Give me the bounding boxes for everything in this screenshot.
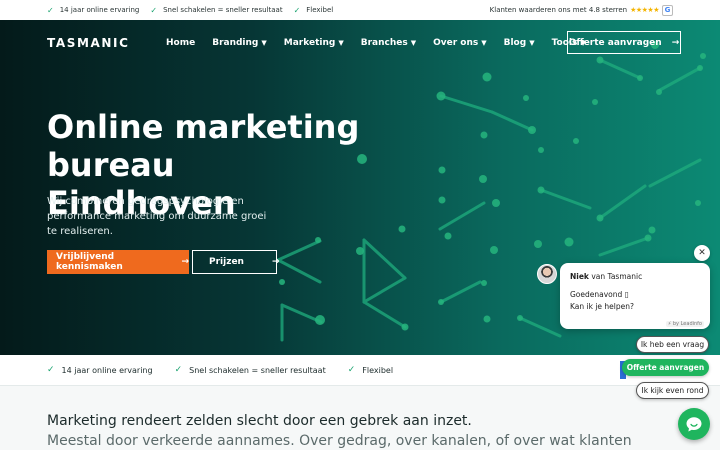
button-label: Prijzen	[209, 257, 244, 267]
check-icon: ✓	[174, 365, 183, 375]
chat-bubble-icon	[686, 417, 702, 432]
arrow-right-icon: →	[671, 37, 680, 48]
prijzen-button[interactable]: Prijzen →	[192, 250, 280, 274]
usp-item: ✓ 14 jaar online ervaring	[47, 365, 153, 375]
chat-sender: Niek van Tasmanic	[570, 272, 700, 281]
topbar-usp-label: 14 jaar online ervaring	[59, 6, 140, 14]
button-label: Vrijblijvend kennismaken	[56, 252, 123, 272]
topbar-usp-label: Snel schakelen = sneller resultaat	[163, 6, 283, 14]
chevron-down-icon: ▼	[338, 39, 344, 47]
usp-item: ✓ Flexibel	[348, 365, 393, 375]
nav-item-home[interactable]: Home	[166, 38, 195, 48]
check-icon: ✓	[47, 5, 54, 15]
chat-message-card[interactable]: Niek van Tasmanic Goedenavond ▯ Kan ik j…	[560, 263, 710, 329]
kennismaken-button[interactable]: Vrijblijvend kennismaken →	[47, 250, 189, 274]
avatar	[537, 264, 557, 284]
nav-item-branding[interactable]: Branding ▼	[212, 38, 267, 48]
arrow-right-icon: →	[181, 257, 189, 267]
nav-item-over-ons[interactable]: Over ons ▼	[433, 38, 487, 48]
nav-item-label: Over ons	[433, 38, 479, 48]
usp-bar: ✓ 14 jaar online ervaring ✓ Snel schakel…	[0, 355, 720, 386]
nav-item-label: Marketing	[283, 38, 336, 48]
chat-reply-vraag[interactable]: Ik heb een vraag	[636, 336, 709, 353]
nav-item-branches[interactable]: Branches ▼	[361, 38, 416, 48]
chat-open-button[interactable]	[678, 408, 710, 440]
chat-reply-offerte[interactable]: Offerte aanvragen	[622, 359, 709, 376]
arrow-right-icon: →	[271, 257, 280, 267]
button-label: Offerte aanvragen	[568, 37, 662, 48]
usp-label: Flexibel	[362, 365, 394, 375]
title-line: Online marketing	[47, 108, 360, 146]
agent-org: van Tasmanic	[588, 272, 643, 281]
intro-text: Meestal door verkeerde aannames. Over ge…	[47, 433, 632, 449]
chat-close-button[interactable]: ✕	[694, 245, 710, 261]
logo[interactable]: TASMANIC	[47, 36, 130, 50]
topbar-usp-flexible: ✓ Flexibel	[294, 6, 334, 15]
rating-stars: ★★★★★	[630, 6, 659, 14]
intro-heading: Marketing rendeert zelden slecht door ee…	[47, 413, 472, 429]
nav-item-label: Branding	[212, 38, 259, 48]
powered-by-badge[interactable]: ⚡ by Leadinfo	[665, 321, 704, 327]
check-icon: ✓	[47, 365, 55, 375]
chevron-down-icon: ▼	[261, 39, 267, 47]
nav-item-label: Home	[166, 38, 196, 48]
chevron-down-icon: ▼	[529, 39, 535, 47]
nav-item-label: Branches	[360, 38, 408, 48]
nav-item-blog[interactable]: Blog ▼	[504, 38, 535, 48]
usp-label: 14 jaar online ervaring	[61, 365, 153, 375]
usp-label: Snel schakelen = sneller resultaat	[189, 365, 326, 375]
check-icon: ✓	[293, 5, 301, 15]
topbar-usp-experience: ✓ 14 jaar online ervaring	[47, 6, 139, 15]
chat-message-line: Kan ik je helpen?	[570, 302, 634, 311]
check-icon: ✓	[347, 365, 356, 375]
top-bar: ✓ 14 jaar online ervaring ✓ Snel schakel…	[0, 0, 720, 20]
check-icon: ✓	[150, 5, 158, 15]
rating-badge[interactable]: Klanten waarderen ons met 4.8 sterren ★★…	[489, 4, 673, 16]
hero-subtitle: Wij combineren gedragspsychologie en per…	[47, 196, 267, 237]
offerte-aanvragen-button[interactable]: Offerte aanvragen →	[567, 31, 681, 54]
google-icon: G	[662, 4, 673, 16]
main-nav: Home Branding ▼ Marketing ▼ Branches ▼ Over…	[166, 38, 603, 48]
usp-item: ✓ Snel schakelen = sneller resultaat	[175, 365, 326, 375]
chat-message-line: Goedenavond ▯	[570, 290, 629, 299]
chat-reply-rondkijken[interactable]: Ik kijk even rond	[636, 382, 709, 399]
nav-item-marketing[interactable]: Marketing ▼	[284, 38, 344, 48]
rating-text: Klanten waarderen ons met 4.8 sterren	[489, 6, 628, 14]
chevron-down-icon: ▼	[410, 39, 417, 47]
agent-name: Niek	[570, 272, 589, 281]
topbar-usp-speed: ✓ Snel schakelen = sneller resultaat	[150, 6, 282, 15]
nav-item-label: Blog	[503, 38, 527, 48]
chevron-down-icon: ▼	[481, 39, 487, 47]
topbar-usp-label: Flexibel	[306, 6, 334, 14]
